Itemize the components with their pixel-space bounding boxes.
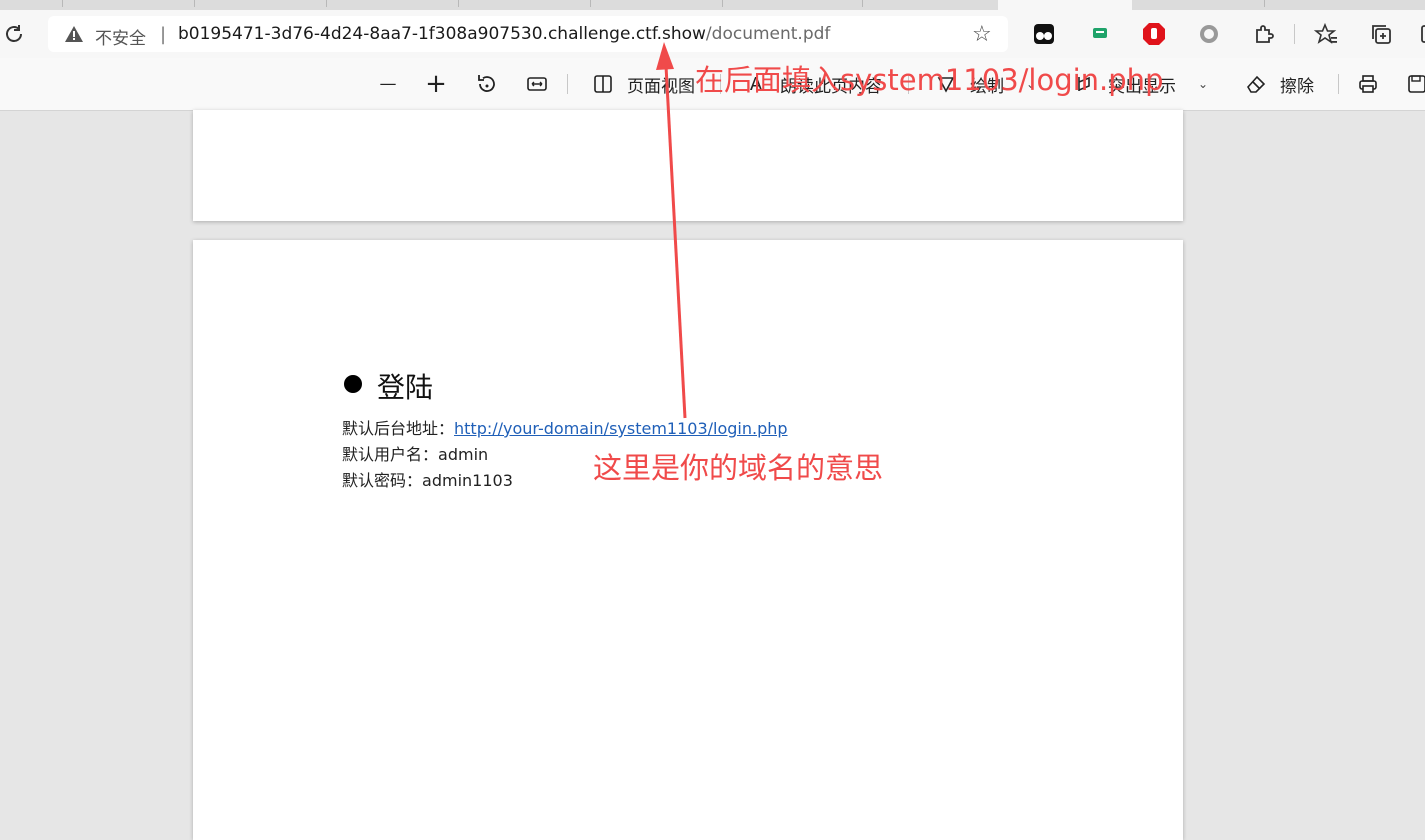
annotation-middle-note: 这里是你的域名的意思 <box>593 451 884 485</box>
annotation-top-note: 在后面填入system1103/login.php <box>695 63 1164 97</box>
annotation-arrow <box>656 42 687 419</box>
